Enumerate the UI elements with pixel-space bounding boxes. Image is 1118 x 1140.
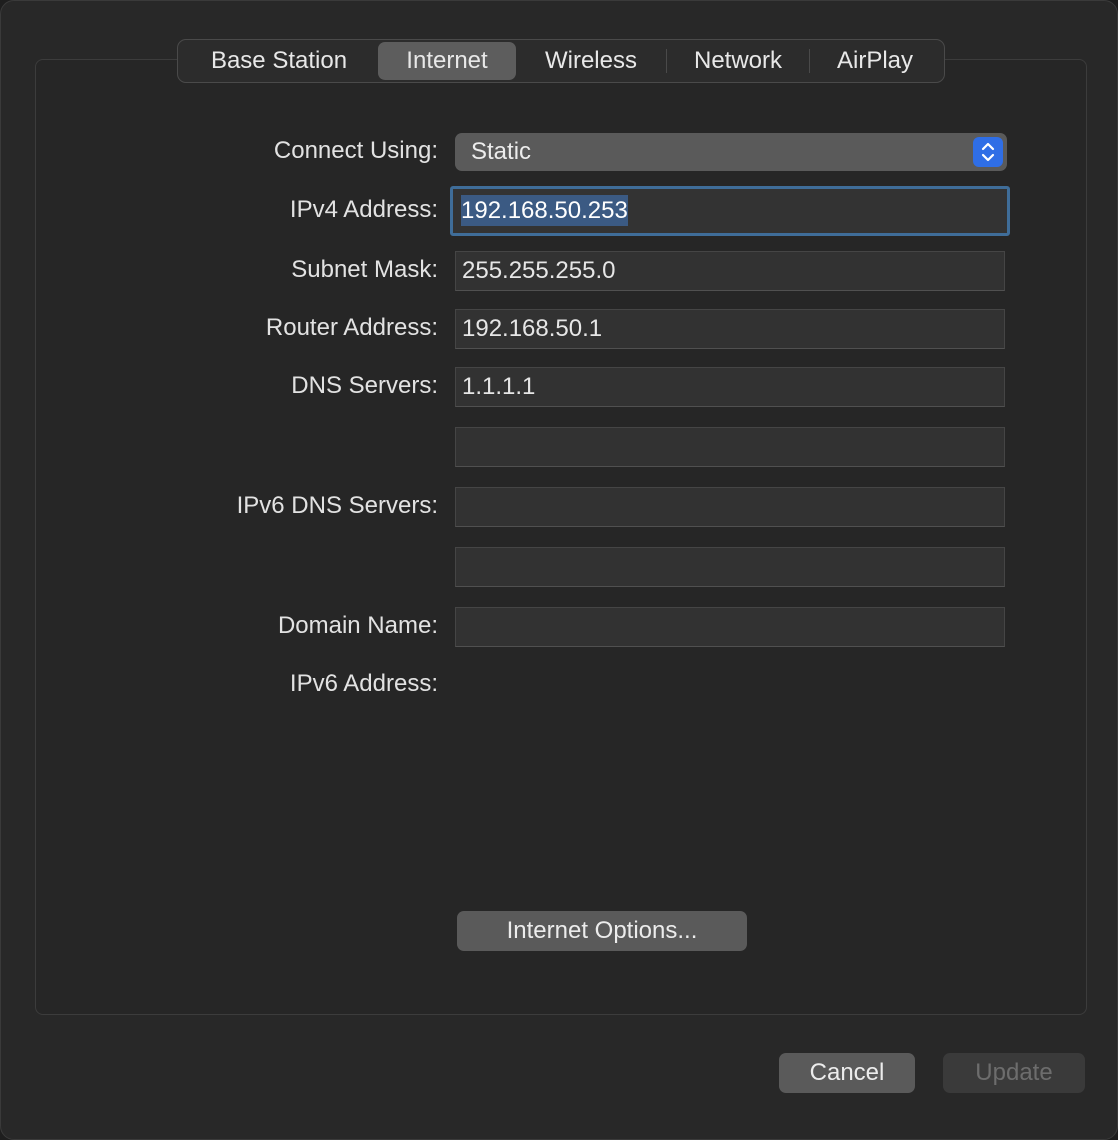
dns-servers-label: DNS Servers:	[291, 372, 438, 399]
ipv6-dns-servers-label: IPv6 DNS Servers:	[236, 492, 438, 519]
ipv6-dns-server-field-2[interactable]	[455, 547, 1005, 587]
ipv4-address-label: IPv4 Address:	[289, 196, 438, 223]
router-address-label: Router Address:	[265, 314, 438, 341]
connect-using-popup[interactable]: Static	[455, 133, 1007, 171]
cancel-button[interactable]: Cancel	[779, 1053, 915, 1093]
connect-using-label: Connect Using:	[273, 137, 438, 164]
tab-airplay[interactable]: AirPlay	[810, 42, 940, 80]
tab-bar: Base Station Internet Wireless Network A…	[177, 39, 945, 83]
subnet-mask-field[interactable]: 255.255.255.0	[455, 251, 1005, 291]
chevron-up-down-icon	[973, 137, 1003, 167]
domain-name-label: Domain Name:	[277, 612, 438, 639]
internet-options-button[interactable]: Internet Options...	[457, 911, 747, 951]
tab-network[interactable]: Network	[667, 42, 809, 80]
ipv6-address-label: IPv6 Address:	[289, 670, 438, 697]
tab-internet[interactable]: Internet	[378, 42, 516, 80]
router-address-field[interactable]: 192.168.50.1	[455, 309, 1005, 349]
dns-server-field-2[interactable]	[455, 427, 1005, 467]
ipv4-address-value: 192.168.50.253	[461, 195, 628, 226]
ipv6-dns-server-field-1[interactable]	[455, 487, 1005, 527]
tab-wireless[interactable]: Wireless	[516, 42, 666, 80]
dns-server-field-1[interactable]: 1.1.1.1	[455, 367, 1005, 407]
update-button[interactable]: Update	[943, 1053, 1085, 1093]
subnet-mask-label: Subnet Mask:	[291, 256, 438, 283]
ipv4-address-field[interactable]: 192.168.50.253	[450, 186, 1010, 236]
tab-base-station[interactable]: Base Station	[180, 42, 378, 80]
domain-name-field[interactable]	[455, 607, 1005, 647]
airport-utility-dialog: Base Station Internet Wireless Network A…	[0, 0, 1118, 1140]
connect-using-value: Static	[471, 138, 532, 165]
